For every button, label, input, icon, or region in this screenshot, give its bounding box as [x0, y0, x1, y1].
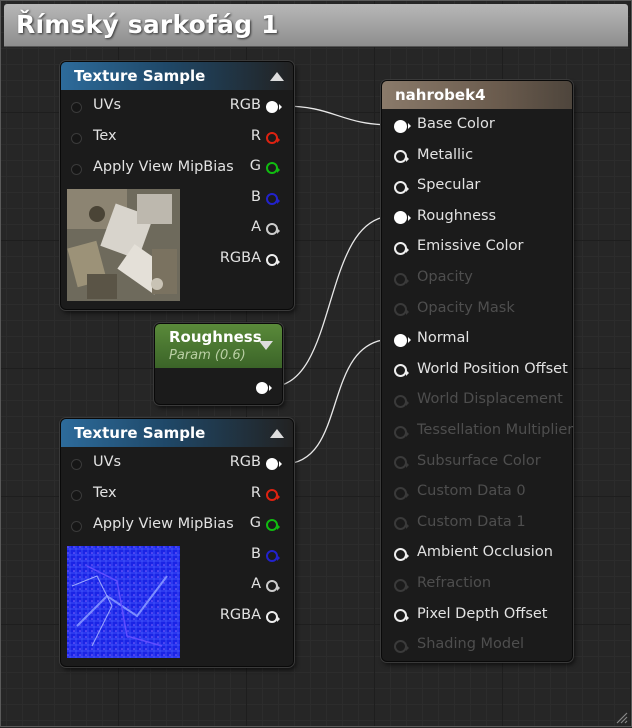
texture-output-pin[interactable]	[266, 519, 278, 531]
texture-input-label: Apply View MipBias	[93, 159, 234, 175]
texture-input-label: UVs	[93, 454, 121, 470]
material-input-label: Metallic	[417, 147, 473, 163]
roughness-output-pin[interactable]	[256, 382, 268, 394]
texture-output-label: RGB	[230, 97, 261, 113]
texture-output-pin[interactable]	[266, 193, 278, 205]
texture-output-label: R	[251, 485, 261, 501]
texture-output-label: R	[251, 128, 261, 144]
material-input-label: Opacity	[417, 269, 473, 285]
texture-output-label: RGB	[230, 454, 261, 470]
texture-input-pin[interactable]	[71, 459, 82, 470]
collapse-arrow-icon[interactable]	[270, 429, 284, 438]
texture-output-label: RGBA	[220, 607, 261, 623]
material-input-pin[interactable]	[394, 211, 407, 224]
material-input-label: Base Color	[417, 116, 495, 132]
texture-input-pin[interactable]	[71, 102, 82, 113]
material-input-label: Opacity Mask	[417, 300, 515, 316]
material-input-label: World Position Offset	[417, 361, 568, 377]
material-input-pin[interactable]	[394, 456, 407, 469]
material-input-pin[interactable]	[394, 395, 407, 408]
material-result-header[interactable]: nahrobek4	[382, 81, 572, 109]
resize-grip-icon[interactable]	[614, 709, 628, 723]
texture-input-pin[interactable]	[71, 490, 82, 501]
node-title: Texture Sample	[74, 67, 205, 85]
expand-arrow-icon[interactable]	[259, 341, 273, 350]
material-input-pin[interactable]	[394, 426, 407, 439]
texture-input-label: UVs	[93, 97, 121, 113]
material-input-label: Pixel Depth Offset	[417, 606, 548, 622]
texture-output-label: A	[251, 576, 261, 592]
material-result-node[interactable]: nahrobek4 Base Color Metallic Specular Roug…	[381, 80, 573, 662]
collapse-arrow-icon[interactable]	[270, 72, 284, 81]
texture-output-pin[interactable]	[266, 489, 278, 501]
material-input-label: Specular	[417, 177, 480, 193]
material-input-pin[interactable]	[394, 609, 407, 622]
texture-output-pin[interactable]	[266, 254, 278, 266]
node-subtitle: Param (0.6)	[169, 348, 246, 363]
roughness-param-header[interactable]: Roughness Param (0.6)	[155, 324, 282, 368]
material-input-pin[interactable]	[394, 242, 407, 255]
texture-output-pin[interactable]	[266, 458, 278, 470]
material-input-pin[interactable]	[394, 487, 407, 500]
material-input-label: Roughness	[417, 208, 496, 224]
material-input-label: Ambient Occlusion	[417, 544, 553, 560]
material-input-pin[interactable]	[394, 303, 407, 316]
texture-output-pin[interactable]	[266, 580, 278, 592]
material-input-pin[interactable]	[394, 181, 407, 194]
wire-rgb-to-normal	[283, 339, 393, 464]
material-input-pin[interactable]	[394, 120, 407, 133]
material-input-label: Shading Model	[417, 636, 524, 652]
material-input-label: Emissive Color	[417, 238, 523, 254]
material-input-label: Custom Data 0	[417, 483, 526, 499]
material-input-pin[interactable]	[394, 517, 407, 530]
texture-input-label: Apply View MipBias	[93, 516, 234, 532]
texture-input-pin[interactable]	[71, 133, 82, 144]
material-input-pin[interactable]	[394, 150, 407, 163]
node-title: Roughness	[169, 328, 262, 346]
texture-input-label: Tex	[93, 485, 117, 501]
texture-output-pin[interactable]	[266, 550, 278, 562]
texture-output-pin[interactable]	[266, 101, 278, 113]
wire-rgb-to-base-color	[283, 106, 393, 125]
material-input-pin[interactable]	[394, 640, 407, 653]
texture-output-label: B	[251, 189, 261, 205]
texture-input-label: Tex	[93, 128, 117, 144]
material-input-pin[interactable]	[394, 334, 407, 347]
diffuse-texture-preview	[67, 189, 180, 301]
texture-sample-header[interactable]: Texture Sample	[61, 62, 293, 90]
texture-sample-node-2[interactable]: Texture Sample UVs Tex Apply View MipBias R…	[60, 418, 294, 667]
texture-sample-header[interactable]: Texture Sample	[61, 419, 293, 447]
texture-input-pin[interactable]	[71, 164, 82, 175]
node-title: Texture Sample	[74, 424, 205, 442]
texture-output-label: A	[251, 219, 261, 235]
roughness-param-node[interactable]: Roughness Param (0.6)	[154, 323, 283, 405]
texture-output-pin[interactable]	[266, 132, 278, 144]
material-input-label: Normal	[417, 330, 469, 346]
node-title: nahrobek4	[395, 86, 486, 104]
material-input-pin[interactable]	[394, 579, 407, 592]
texture-output-label: G	[250, 515, 261, 531]
material-input-label: Refraction	[417, 575, 491, 591]
material-input-pin[interactable]	[394, 273, 407, 286]
material-input-label: World Displacement	[417, 391, 563, 407]
material-input-pin[interactable]	[394, 548, 407, 561]
material-input-pin[interactable]	[394, 364, 407, 377]
texture-output-pin[interactable]	[266, 162, 278, 174]
texture-input-pin[interactable]	[71, 521, 82, 532]
texture-output-label: B	[251, 546, 261, 562]
texture-sample-node-1[interactable]: Texture Sample UVs Tex Apply View MipBias R…	[60, 61, 294, 310]
normal-map-preview	[67, 546, 180, 658]
texture-output-pin[interactable]	[266, 223, 278, 235]
material-input-label: Custom Data 1	[417, 514, 526, 530]
material-input-label: Tessellation Multiplier	[417, 422, 573, 438]
texture-output-label: RGBA	[220, 250, 261, 266]
texture-output-label: G	[250, 158, 261, 174]
material-input-label: Subsurface Color	[417, 453, 541, 469]
texture-output-pin[interactable]	[266, 611, 278, 623]
